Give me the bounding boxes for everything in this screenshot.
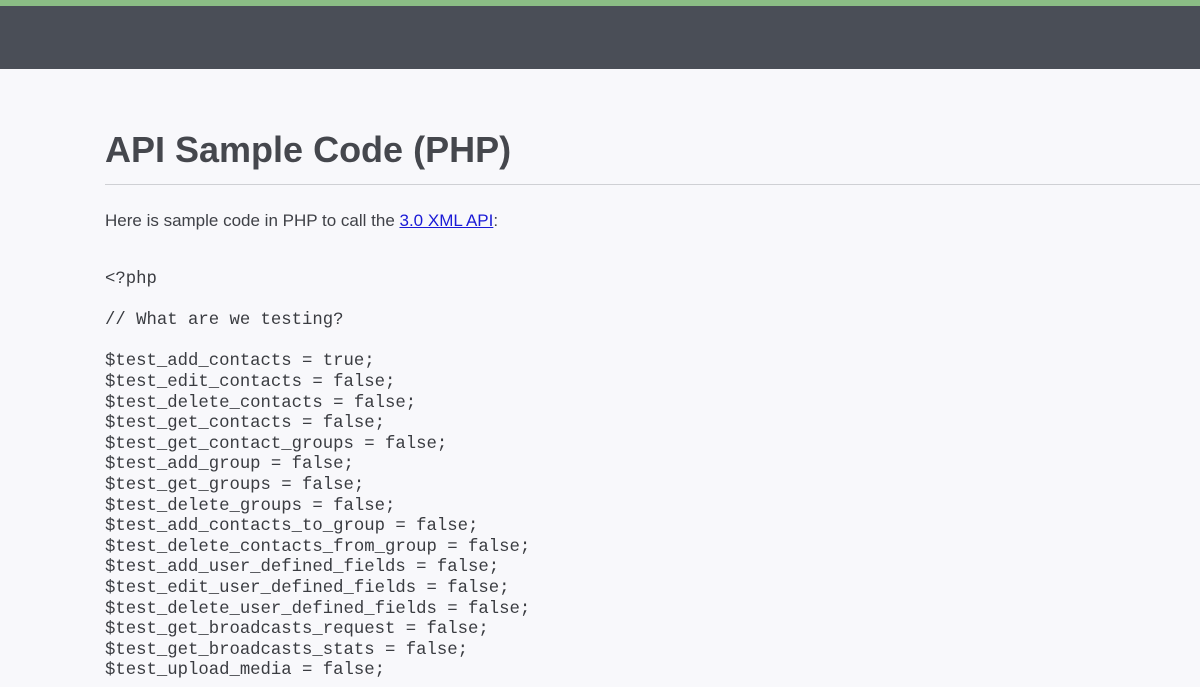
intro-suffix: : — [493, 211, 499, 230]
code-line: $test_upload_media = false; — [105, 661, 386, 681]
code-line: $test_delete_contacts_from_group = false… — [105, 537, 531, 557]
code-line: <?php — [105, 270, 157, 289]
code-line: $test_get_groups = false; — [105, 475, 365, 495]
code-line: $test_add_user_defined_fields = false; — [105, 558, 500, 578]
intro-paragraph: Here is sample code in PHP to call the 3… — [105, 210, 498, 232]
code-line: $test_delete_user_defined_fields = false… — [105, 599, 531, 619]
code-line: $test_get_broadcasts_stats = false; — [105, 640, 468, 660]
title-divider — [105, 184, 1200, 185]
code-line: $test_get_contact_groups = false; — [105, 434, 448, 454]
site-header — [0, 6, 1200, 69]
code-line: $test_get_contacts = false; — [105, 414, 386, 434]
main-content: API Sample Code (PHP) Here is sample cod… — [105, 69, 1200, 680]
code-line: $test_add_contacts_to_group = false; — [105, 517, 479, 537]
intro-text: Here is sample code in PHP to call the — [105, 211, 400, 230]
code-line: $test_get_broadcasts_request = false; — [105, 620, 489, 640]
code-line: $test_delete_groups = false; — [105, 496, 396, 516]
code-line: $test_delete_contacts = false; — [105, 393, 417, 413]
code-line: $test_edit_contacts = false; — [105, 372, 396, 392]
code-line: $test_add_group = false; — [105, 455, 354, 475]
code-line: $test_add_contacts = true; — [105, 352, 375, 372]
xml-api-link[interactable]: 3.0 XML API — [400, 211, 494, 230]
code-line: $test_edit_user_defined_fields = false; — [105, 578, 510, 598]
code-line: // What are we testing? — [105, 311, 344, 331]
page-title: API Sample Code (PHP) — [105, 129, 512, 170]
code-block: <?php // What are we testing? $test_add_co… — [105, 270, 530, 682]
